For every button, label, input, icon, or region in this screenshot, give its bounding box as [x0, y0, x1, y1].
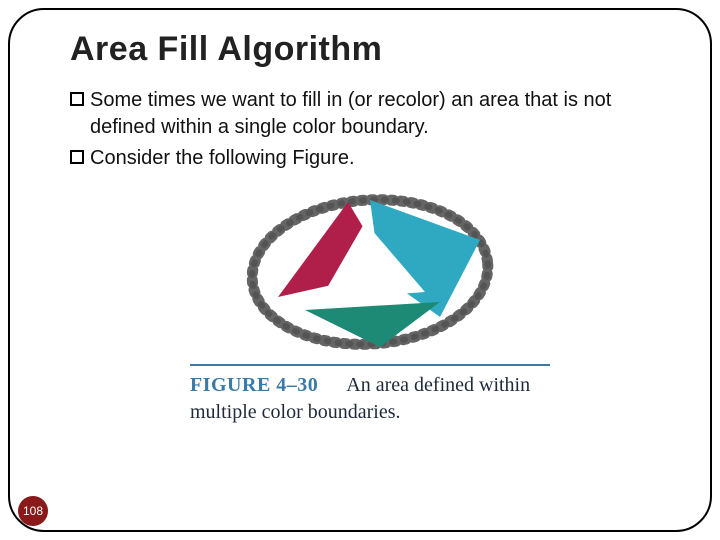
caption-rule — [190, 364, 550, 366]
bullet-list: Some times we want to fill in (or recolo… — [70, 87, 670, 172]
figure: FIGURE 4–30An area defined within multip… — [70, 182, 670, 426]
page-number: 108 — [23, 504, 43, 518]
bullet-marker-icon — [70, 92, 84, 106]
bullet-item: Consider the following Figure. — [70, 145, 670, 172]
bullet-text: Some times we want to fill in (or recolo… — [90, 87, 670, 141]
figure-number: FIGURE 4–30 — [190, 374, 318, 396]
page-number-badge: 108 — [18, 496, 48, 526]
bullet-marker-icon — [70, 150, 84, 164]
figure-svg — [230, 182, 510, 352]
figure-caption: FIGURE 4–30An area defined within multip… — [190, 358, 550, 426]
caption-text-line: FIGURE 4–30An area defined within multip… — [190, 372, 550, 426]
content-area: Area Fill Algorithm Some times we want t… — [70, 30, 670, 426]
slide: Area Fill Algorithm Some times we want t… — [0, 0, 720, 540]
slide-title: Area Fill Algorithm — [70, 30, 670, 69]
bullet-text: Consider the following Figure. — [90, 145, 670, 172]
bullet-item: Some times we want to fill in (or recolo… — [70, 87, 670, 141]
